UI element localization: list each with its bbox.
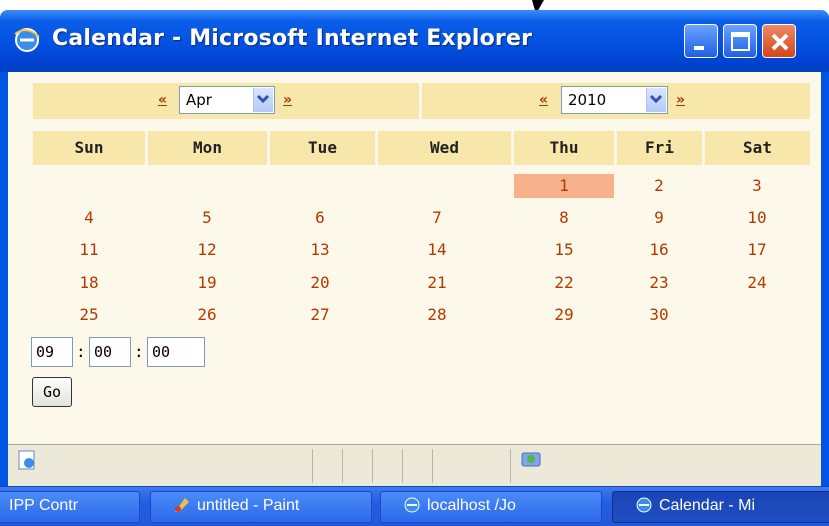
ie-icon — [404, 497, 420, 513]
status-divider — [510, 449, 511, 483]
calendar-day[interactable]: 8 — [514, 206, 614, 230]
calendar-day[interactable]: 3 — [707, 174, 807, 198]
ie-icon — [14, 28, 40, 52]
weekday-header: Sat — [705, 131, 810, 165]
calendar-day[interactable]: 23 — [609, 271, 709, 295]
chevron-down-icon[interactable] — [253, 88, 273, 112]
title-bar[interactable]: Calendar - Microsoft Internet Explorer — [0, 10, 829, 72]
go-button[interactable]: Go — [32, 377, 72, 407]
calendar-day[interactable]: 10 — [707, 206, 807, 230]
paint-icon — [175, 498, 189, 512]
calendar-day[interactable]: 22 — [514, 271, 614, 295]
calendar-day[interactable]: 2 — [609, 174, 709, 198]
calendar-day[interactable]: 26 — [157, 303, 257, 327]
close-button[interactable] — [762, 24, 796, 58]
taskbar-item-label: localhost /Jo — [427, 497, 516, 514]
weekday-header: Fri — [617, 131, 702, 165]
page-icon — [18, 450, 35, 470]
taskbar-item-label: Calendar - Mi — [659, 497, 756, 514]
desktop-top-strip — [0, 0, 829, 10]
year-nav: « 2010 » — [422, 83, 810, 119]
calendar-day — [270, 174, 370, 198]
taskbar-item[interactable]: untitled - Paint — [150, 491, 372, 523]
status-divider — [402, 449, 403, 483]
calendar-day[interactable]: 6 — [270, 206, 370, 230]
calendar-day[interactable]: 18 — [39, 271, 139, 295]
status-divider — [312, 449, 313, 483]
calendar-day[interactable]: 19 — [157, 271, 257, 295]
time-separator: : — [134, 342, 144, 361]
year-select[interactable]: 2010 — [561, 86, 668, 114]
calendar-day[interactable]: 13 — [270, 238, 370, 262]
month-nav: « Apr » — [33, 83, 419, 119]
prev-year-link[interactable]: « — [539, 92, 548, 108]
second-input[interactable]: 00 — [147, 337, 205, 367]
window-title: Calendar - Microsoft Internet Explorer — [52, 26, 533, 51]
calendar-day[interactable]: 4 — [39, 206, 139, 230]
taskbar: IPP Contr untitled - Paint localhost /Jo… — [0, 486, 829, 526]
next-month-link[interactable]: » — [283, 92, 292, 108]
weekday-header: Wed — [378, 131, 511, 165]
calendar-day — [387, 174, 487, 198]
prev-month-link[interactable]: « — [158, 92, 167, 108]
calendar-content: « Apr » « 2010 » Sun Mon Tue Wed Thu Fri… — [8, 72, 821, 444]
weekday-header: Mon — [148, 131, 267, 165]
minute-input[interactable]: 00 — [89, 337, 131, 367]
calendar-day[interactable]: 5 — [157, 206, 257, 230]
calendar-day[interactable]: 28 — [387, 303, 487, 327]
taskbar-item-label: IPP Contr — [9, 497, 79, 514]
calendar-day[interactable]: 7 — [387, 206, 487, 230]
calendar-day[interactable]: 12 — [157, 238, 257, 262]
taskbar-item[interactable]: IPP Contr — [0, 491, 140, 523]
calendar-day[interactable]: 27 — [270, 303, 370, 327]
calendar-day[interactable]: 25 — [39, 303, 139, 327]
calendar-day — [39, 174, 139, 198]
weekday-header: Sun — [33, 131, 145, 165]
ie-icon — [636, 497, 652, 513]
taskbar-item-label: untitled - Paint — [197, 497, 300, 514]
next-year-link[interactable]: » — [676, 92, 685, 108]
calendar-day-selected[interactable]: 1 — [514, 174, 614, 198]
status-bar — [8, 444, 821, 486]
month-select[interactable]: Apr — [179, 86, 275, 114]
calendar-day[interactable]: 24 — [707, 271, 807, 295]
maximize-icon — [731, 32, 750, 51]
taskbar-item-active[interactable]: Calendar - Mi — [612, 491, 829, 523]
chevron-down-icon[interactable] — [646, 88, 666, 112]
calendar-day — [157, 174, 257, 198]
status-divider — [372, 449, 373, 483]
time-separator: : — [76, 342, 86, 361]
minimize-button[interactable] — [684, 24, 718, 58]
calendar-day — [707, 303, 807, 327]
status-divider — [432, 449, 433, 483]
browser-window: Calendar - Microsoft Internet Explorer «… — [0, 10, 829, 486]
weekday-header: Tue — [270, 131, 375, 165]
weekday-header: Thu — [514, 131, 614, 165]
month-select-value: Apr — [186, 91, 212, 109]
calendar-day[interactable]: 17 — [707, 238, 807, 262]
minimize-icon — [694, 46, 704, 50]
status-divider — [342, 449, 343, 483]
calendar-day[interactable]: 30 — [609, 303, 709, 327]
calendar-day[interactable]: 29 — [514, 303, 614, 327]
calendar-day[interactable]: 21 — [387, 271, 487, 295]
maximize-button[interactable] — [723, 24, 757, 58]
hour-input[interactable]: 09 — [31, 337, 73, 367]
calendar-day[interactable]: 11 — [39, 238, 139, 262]
local-intranet-icon — [521, 452, 541, 467]
calendar-day[interactable]: 9 — [609, 206, 709, 230]
taskbar-item[interactable]: localhost /Jo — [380, 491, 602, 523]
calendar-day[interactable]: 15 — [514, 238, 614, 262]
close-icon — [771, 33, 789, 51]
calendar-day[interactable]: 16 — [609, 238, 709, 262]
calendar-day[interactable]: 14 — [387, 238, 487, 262]
year-select-value: 2010 — [568, 91, 607, 109]
calendar-day[interactable]: 20 — [270, 271, 370, 295]
